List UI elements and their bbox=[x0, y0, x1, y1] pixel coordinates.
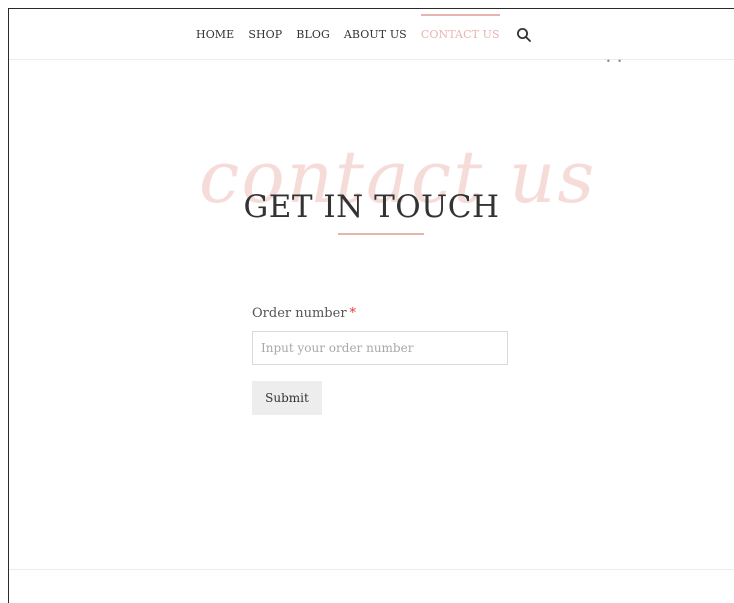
title-underline bbox=[338, 233, 424, 235]
order-number-label-text: Order number bbox=[252, 306, 347, 321]
order-lookup-form: Order number* Submit bbox=[252, 305, 512, 415]
submit-button[interactable]: Submit bbox=[252, 381, 322, 415]
order-number-label: Order number * bbox=[252, 305, 512, 323]
search-button[interactable] bbox=[516, 27, 532, 43]
hero-section: contact us GET IN TOUCH bbox=[9, 141, 734, 249]
nav-item-contact-us[interactable]: CONTACT US bbox=[420, 14, 500, 43]
nav-item-home[interactable]: HOME bbox=[196, 27, 234, 43]
nav-menu: HOME SHOP BLOG ABOUT US CONTACT US bbox=[196, 14, 532, 43]
nav-item-blog[interactable]: BLOG bbox=[296, 27, 330, 43]
footer-divider bbox=[9, 569, 734, 570]
nav-item-about-us[interactable]: ABOUT US bbox=[344, 27, 407, 43]
page-frame: HOME SHOP BLOG ABOUT US CONTACT US • • c… bbox=[8, 8, 734, 603]
nav-item-shop[interactable]: SHOP bbox=[248, 27, 282, 43]
decorative-dots: • • bbox=[606, 57, 624, 66]
required-marker: * bbox=[349, 306, 357, 321]
search-icon bbox=[516, 28, 531, 42]
order-number-input[interactable] bbox=[252, 331, 508, 365]
top-navigation: HOME SHOP BLOG ABOUT US CONTACT US bbox=[9, 9, 734, 60]
page-title: GET IN TOUCH bbox=[243, 189, 500, 225]
